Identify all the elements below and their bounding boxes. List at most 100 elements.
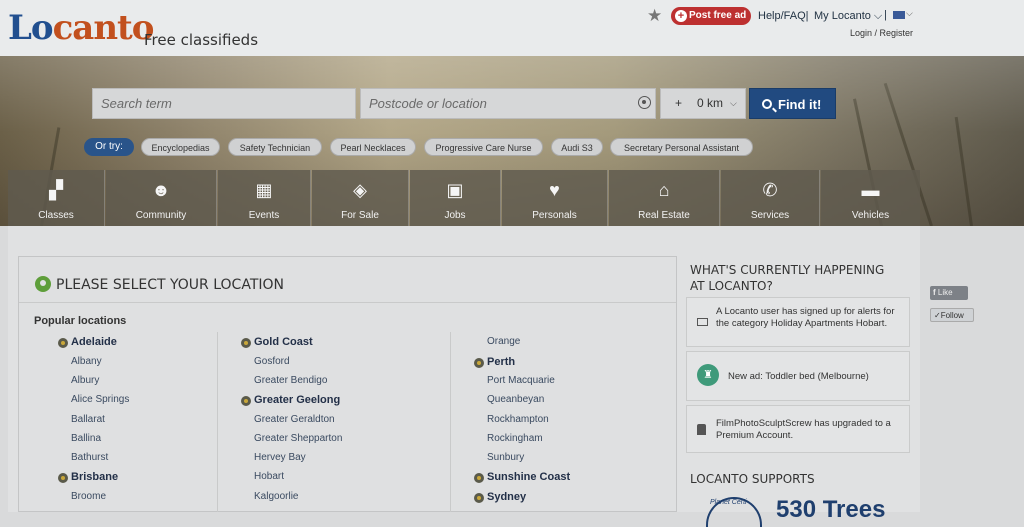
locate-me-icon[interactable]: [638, 96, 651, 109]
location-link[interactable]: Sunbury: [487, 452, 524, 463]
capital-city-icon: [474, 473, 484, 483]
location-link[interactable]: Rockingham: [487, 433, 543, 444]
feed-item[interactable]: FilmPhotoSculptScrew has upgraded to a P…: [686, 405, 910, 453]
flag-icon[interactable]: [893, 11, 905, 19]
location-link[interactable]: Alice Springs: [71, 394, 129, 405]
category-real-estate[interactable]: ⌂ Real Estate: [609, 170, 720, 226]
location-link[interactable]: Greater Geraldton: [254, 414, 335, 425]
feed-text: New ad: Toddler bed (Melbourne): [728, 371, 869, 382]
capital-city-icon: [474, 358, 484, 368]
location-link[interactable]: Greater Bendigo: [254, 375, 327, 386]
location-link[interactable]: Greater Geelong: [254, 394, 340, 406]
facebook-like-button[interactable]: f Like: [930, 286, 968, 300]
logo-part-canto: canto: [52, 8, 155, 48]
twitter-icon: ✓: [934, 311, 941, 320]
suggestion-chip[interactable]: Safety Technician: [228, 138, 322, 156]
location-link[interactable]: Hobart: [254, 471, 284, 482]
category-services[interactable]: ✆ Services: [721, 170, 820, 226]
suggestion-chip[interactable]: Progressive Care Nurse: [424, 138, 543, 156]
feed-text: FilmPhotoSculptScrew has upgraded to a P…: [716, 418, 891, 441]
capital-city-icon: [474, 493, 484, 503]
location-link[interactable]: Queanbeyan: [487, 394, 544, 405]
location-link[interactable]: Broome: [71, 491, 106, 502]
calendar-icon: ▦: [255, 180, 273, 200]
map-pin-icon: [35, 276, 51, 292]
header-separator: |: [884, 9, 887, 21]
location-link[interactable]: Brisbane: [71, 471, 118, 483]
car-icon: ▬: [861, 180, 880, 200]
location-link[interactable]: Bathurst: [71, 452, 108, 463]
panel-divider: [19, 302, 676, 303]
chevron-down-icon[interactable]: ⌵: [906, 8, 913, 19]
category-label: For Sale: [341, 210, 379, 221]
radius-select[interactable]: + 0 km ⌵: [660, 88, 746, 119]
location-placeholder: Postcode or location: [369, 96, 487, 111]
twitter-follow-button[interactable]: ✓Follow: [930, 308, 974, 322]
category-label: Services: [750, 210, 790, 221]
location-link[interactable]: Orange: [487, 336, 520, 347]
location-link[interactable]: Ballarat: [71, 414, 105, 425]
category-vehicles[interactable]: ▬ Vehicles: [821, 170, 920, 226]
search-term-input[interactable]: Search term: [92, 88, 356, 119]
suggestion-chip[interactable]: Pearl Necklaces: [330, 138, 416, 156]
or-try-label: Or try:: [84, 138, 134, 156]
suggestion-chip[interactable]: Audi S3: [551, 138, 603, 156]
category-nav: ▞ Classes ☻ Community ▦ Events ◈ For Sal…: [8, 170, 920, 226]
trees-count: 530 Trees: [776, 496, 886, 523]
category-for-sale[interactable]: ◈ For Sale: [312, 170, 409, 226]
presentation-icon: ▞: [49, 180, 63, 200]
suggestion-chip[interactable]: Encyclopedias: [141, 138, 220, 156]
location-link[interactable]: Gold Coast: [254, 336, 313, 348]
category-events[interactable]: ▦ Events: [218, 170, 311, 226]
bed-icon: ♜: [697, 364, 719, 386]
location-link[interactable]: Gosford: [254, 356, 290, 367]
feed-item[interactable]: ♜ New ad: Toddler bed (Melbourne): [686, 351, 910, 401]
panel-title: PLEASE SELECT YOUR LOCATION: [56, 277, 284, 293]
category-personals[interactable]: ♥ Personals: [502, 170, 608, 226]
category-label: Personals: [532, 210, 577, 221]
category-community[interactable]: ☻ Community: [106, 170, 217, 226]
capital-city-icon: [241, 396, 251, 406]
category-label: Events: [248, 210, 280, 221]
location-link[interactable]: Rockhampton: [487, 414, 549, 425]
people-icon: ☻: [151, 180, 171, 200]
tagline: Free classifieds: [144, 31, 259, 49]
phone-icon: ✆: [762, 180, 778, 200]
feed-item[interactable]: A Locanto user has signed up for alerts …: [686, 297, 910, 347]
location-link[interactable]: Perth: [487, 356, 515, 368]
suggestion-chip[interactable]: Secretary Personal Assistant: [610, 138, 753, 156]
location-link[interactable]: Albany: [71, 356, 102, 367]
planet-certified-text: Planet Certi: [710, 499, 747, 506]
follow-label: Follow: [940, 311, 964, 320]
help-faq-link[interactable]: Help/FAQ|: [758, 10, 809, 22]
category-jobs[interactable]: ▣ Jobs: [410, 170, 501, 226]
my-locanto-menu[interactable]: My Locanto ⌵: [814, 10, 882, 23]
location-input[interactable]: Postcode or location: [360, 88, 656, 119]
location-link[interactable]: Hervey Bay: [254, 452, 306, 463]
category-classes[interactable]: ▞ Classes: [8, 170, 105, 226]
category-label: Jobs: [444, 210, 466, 221]
location-link[interactable]: Albury: [71, 375, 99, 386]
plus-icon: +: [675, 10, 687, 22]
popular-locations-label: Popular locations: [34, 315, 127, 327]
category-label: Classes: [38, 210, 74, 221]
category-label: Real Estate: [638, 210, 690, 221]
location-link[interactable]: Greater Shepparton: [254, 433, 342, 444]
briefcase-icon: ▣: [446, 180, 464, 200]
location-link[interactable]: Sunshine Coast: [487, 471, 570, 483]
capital-city-icon: [58, 338, 68, 348]
location-link[interactable]: Kalgoorlie: [254, 491, 298, 502]
locanto-logo[interactable]: Locanto: [8, 6, 155, 50]
find-it-label: Find it!: [778, 97, 822, 112]
search-icon: [762, 99, 772, 109]
find-it-button[interactable]: Find it!: [749, 88, 836, 119]
login-register-link[interactable]: Login / Register: [850, 28, 913, 38]
post-free-ad-label: Post free ad: [689, 10, 747, 21]
location-link[interactable]: Sydney: [487, 491, 526, 503]
location-link[interactable]: Port Macquarie: [487, 375, 555, 386]
post-free-ad-button[interactable]: + Post free ad: [671, 7, 751, 25]
star-icon[interactable]: ★: [647, 6, 662, 26]
location-link[interactable]: Adelaide: [71, 336, 117, 348]
location-link[interactable]: Ballina: [71, 433, 101, 444]
heart-icon: ♥: [549, 180, 560, 200]
